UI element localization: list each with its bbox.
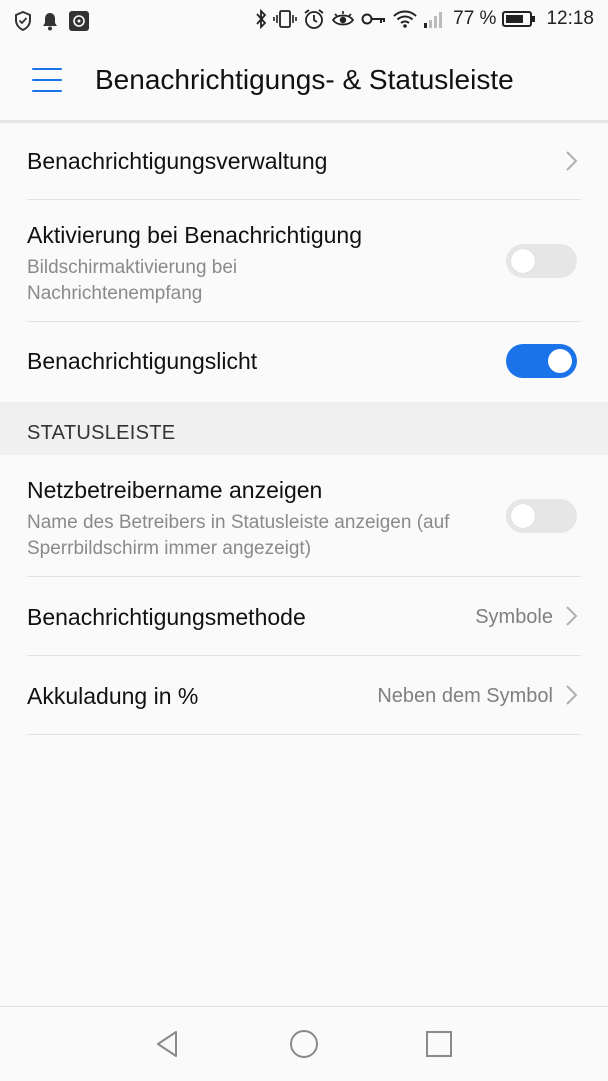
home-circle-icon[interactable] [287, 1027, 321, 1061]
shield-icon [14, 10, 32, 36]
battery-percentage-value: Neben dem Symbol [377, 685, 553, 707]
notification-light-title: Benachrichtigungslicht [27, 348, 258, 374]
notification-method-row[interactable]: Benachrichtigungsmethode Symbole [27, 577, 581, 656]
notification-method-title: Benachrichtigungsmethode [27, 604, 306, 630]
status-bar-left [14, 10, 90, 37]
hamburger-menu-icon[interactable] [32, 68, 64, 92]
section-header-label: STATUSLEISTE [27, 422, 176, 444]
recents-square-icon[interactable] [422, 1027, 456, 1061]
battery-percentage-row[interactable]: Akkuladung in % Neben dem Symbol [27, 656, 581, 735]
wake-on-notification-subtitle: Bildschirmaktivierung bei Nachrichtenemp… [27, 257, 238, 304]
wifi-icon [393, 9, 417, 29]
page-title: Benachrichtigungs- & Statusleiste [95, 64, 514, 95]
notification-method-value: Symbole [475, 606, 553, 628]
chevron-right-icon [566, 685, 578, 705]
chevron-right-icon [566, 606, 578, 626]
back-triangle-icon[interactable] [152, 1027, 186, 1061]
carrier-name-toggle[interactable] [506, 499, 577, 533]
settings-list: Benachrichtigungsverwaltung Aktivierung … [0, 123, 608, 735]
key-icon [361, 11, 387, 27]
alarm-icon [303, 8, 325, 30]
chevron-right-icon [566, 151, 578, 171]
signal-icon [423, 9, 445, 29]
battery-percentage-text: 77 % [453, 8, 497, 29]
notification-light-row[interactable]: Benachrichtigungslicht [27, 322, 581, 402]
battery-icon [502, 10, 536, 28]
clock: 12:18 [546, 8, 594, 29]
notification-management-row[interactable]: Benachrichtigungsverwaltung [27, 123, 581, 200]
app-bar: Benachrichtigungs- & Statusleiste [0, 40, 608, 123]
notification-management-title: Benachrichtigungsverwaltung [27, 148, 328, 174]
wake-on-notification-toggle[interactable] [506, 244, 577, 278]
section-header-statusleiste: STATUSLEISTE [0, 402, 608, 455]
status-bar: 77 % 12:18 [0, 0, 608, 40]
eye-comfort-icon [331, 9, 355, 29]
carrier-name-title: Netzbetreibername anzeigen [27, 477, 323, 503]
navigation-bar [0, 1006, 608, 1081]
bell-icon [42, 11, 58, 36]
battery-percentage-title: Akkuladung in % [27, 683, 199, 709]
wake-on-notification-row[interactable]: Aktivierung bei Benachrichtigung Bildsch… [27, 200, 581, 322]
notification-light-toggle[interactable] [506, 344, 577, 378]
wake-on-notification-title: Aktivierung bei Benachrichtigung [27, 222, 362, 248]
status-bar-right: 77 % 12:18 [255, 8, 594, 30]
vibrate-icon [273, 9, 297, 29]
carrier-name-subtitle: Name des Betreibers in Statusleiste anze… [27, 512, 450, 559]
carrier-name-row[interactable]: Netzbetreibername anzeigen Name des Betr… [27, 455, 581, 577]
app-notification-icon [68, 10, 90, 37]
bluetooth-icon [255, 9, 267, 29]
